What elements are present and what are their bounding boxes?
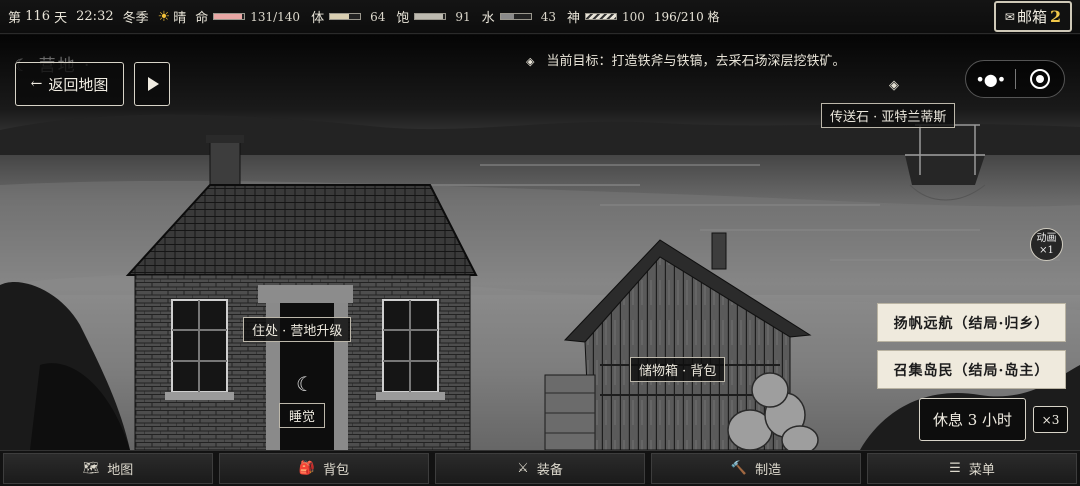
stamina-stat: 体 64 [311, 9, 386, 27]
menu-icon: ☰ [949, 461, 961, 476]
play-button[interactable] [134, 62, 170, 106]
life-bar [213, 13, 246, 20]
bottom-nav: 🗺 地图 🎒 背包 ⚔ 装备 🔨 制造 ☰ 菜单 [0, 450, 1080, 486]
ending-islanders-button[interactable]: 召集岛民（结局·岛主） [877, 350, 1066, 389]
nav-map-button[interactable]: 🗺 地图 [3, 453, 213, 484]
goal-text: 当前目标：打造铁斧与铁镐，去采石场深层挖铁矿。 [546, 54, 846, 69]
day-suffix: 天 [54, 11, 68, 26]
swords-icon: ⚔ [517, 461, 529, 476]
close-capsule-button[interactable] [1015, 69, 1064, 89]
weather-label: 晴 [173, 11, 187, 26]
satiety-bar [414, 13, 447, 20]
current-goal: ◈ 当前目标：打造铁斧与铁镐，去采石场深层挖铁矿。 [526, 50, 845, 69]
spirit-value: 100 [621, 9, 645, 24]
residence-tag[interactable]: 住处 · 营地升级 [243, 317, 352, 342]
season: 冬季 [122, 11, 149, 26]
play-icon [148, 77, 159, 91]
camp-scene: ☾ 营地 · ← 返回地图 ◈当前目标：打造铁斧与铁镐，去采石场深层挖铁矿。 •… [0, 35, 1080, 450]
mini-program-capsule: •●• [965, 60, 1065, 98]
rest-button[interactable]: 休息 3 小时 [919, 398, 1026, 441]
satiety-stat: 饱 91 [396, 9, 471, 27]
animation-speed-toggle[interactable]: 动画 ×1 [1030, 228, 1063, 261]
day-prefix: 第 [8, 11, 22, 26]
weather: ☀ 晴 [157, 7, 187, 27]
back-to-map-button[interactable]: ← 返回地图 [15, 62, 124, 106]
sun-icon: ☀ [157, 8, 171, 25]
nav-backpack-button[interactable]: 🎒 背包 [219, 453, 429, 484]
nav-menu-button[interactable]: ☰ 菜单 [867, 453, 1077, 484]
spirit-stat: 神 100 [566, 9, 645, 27]
clock: 22:32 [76, 9, 114, 24]
moon-icon: ☾ [296, 372, 314, 396]
mailbox-count: 2 [1049, 7, 1062, 26]
water-stat: 水 43 [481, 9, 556, 27]
back-to-map-label: 返回地图 [48, 75, 109, 94]
status-bar: 第 116 天 22:32 冬季 ☀ 晴 命 131/140 体 64 饱 91… [0, 0, 1080, 34]
envelope-icon: ✉ [1004, 9, 1015, 24]
target-icon [1029, 69, 1050, 89]
nav-craft-button[interactable]: 🔨 制造 [651, 453, 861, 484]
life-stat: 命 131/140 [195, 9, 301, 27]
nav-equipment-button[interactable]: ⚔ 装备 [435, 453, 645, 484]
spirit-bar [584, 13, 617, 20]
teleport-marker-icon: ◈ [889, 78, 899, 93]
satiety-value: 91 [455, 9, 471, 24]
day-number: 116 [25, 9, 50, 24]
sleep-tag[interactable]: 睡觉 [279, 403, 326, 428]
day-counter: 第 116 天 [8, 7, 67, 26]
mailbox-button[interactable]: ✉ 邮箱 2 [994, 1, 1072, 32]
stamina-value: 64 [370, 9, 386, 24]
ending-sail-button[interactable]: 扬帆远航（结局·归乡） [877, 303, 1066, 342]
mailbox-label: 邮箱 [1016, 8, 1047, 26]
rest-multiplier-button[interactable]: ×3 [1033, 406, 1068, 433]
hammer-icon: 🔨 [730, 461, 748, 476]
water-value: 43 [540, 9, 556, 24]
backpack-icon: 🎒 [298, 461, 316, 476]
water-bar [499, 13, 532, 20]
diamond-icon: ◈ [526, 55, 535, 68]
map-icon: 🗺 [82, 461, 100, 476]
teleport-stone-tag[interactable]: 传送石 · 亚特兰蒂斯 [821, 103, 956, 128]
inventory-capacity: 196/210 格 [653, 10, 720, 24]
arrow-left-icon: ← [30, 76, 43, 92]
more-options-button[interactable]: •●• [966, 70, 1015, 89]
stamina-bar [329, 13, 362, 20]
storage-tag[interactable]: 储物箱 · 背包 [630, 357, 726, 382]
life-value: 131/140 [250, 9, 301, 24]
